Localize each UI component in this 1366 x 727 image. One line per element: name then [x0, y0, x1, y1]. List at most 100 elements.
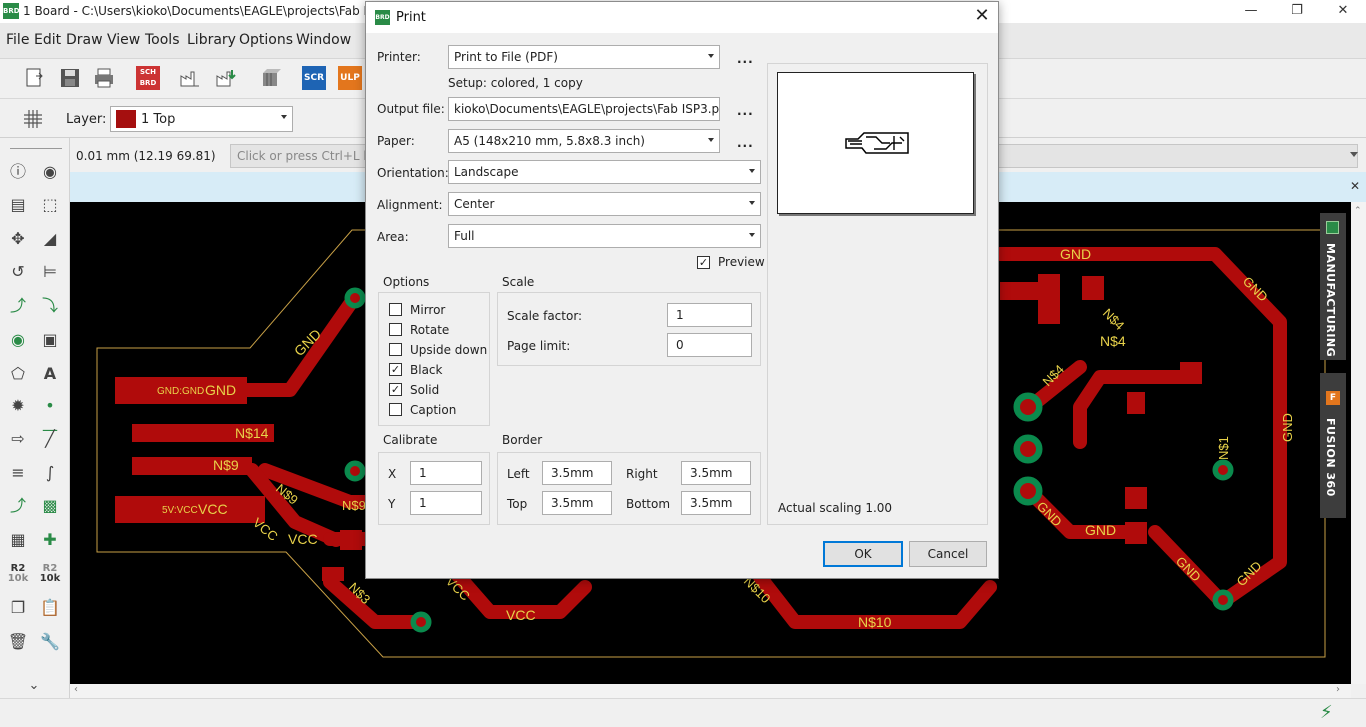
manufacturing-panel-tab[interactable]: MANUFACTURING	[1320, 213, 1346, 360]
actual-scaling-text: Actual scaling 1.00	[778, 501, 893, 515]
ulp-run-icon[interactable]: ULP	[338, 66, 362, 90]
border-bottom-input[interactable]: 3.5mm	[681, 491, 751, 515]
print-icon[interactable]	[92, 66, 116, 90]
black-checkbox[interactable]: ✓	[389, 363, 402, 376]
add-element-icon[interactable]: ✚	[38, 528, 62, 552]
sch-brd-switch-icon[interactable]: SCH BRD	[136, 66, 160, 90]
scroll-right-icon[interactable]: ›	[1336, 684, 1340, 695]
scale-factor-input[interactable]: 1	[667, 303, 752, 327]
preview-checkbox[interactable]: ✓	[697, 256, 710, 269]
border-left-input[interactable]: 3.5mm	[542, 461, 612, 485]
printer-more-button[interactable]: ...	[737, 52, 754, 66]
ok-button[interactable]: OK	[823, 541, 903, 567]
expand-palette-icon[interactable]: ⌄	[22, 674, 46, 698]
alignment-select[interactable]: Center	[448, 192, 761, 216]
caption-checkbox[interactable]	[389, 403, 402, 416]
group-select-icon[interactable]: ⬚	[38, 193, 62, 217]
dimension-icon[interactable]: ≡	[6, 461, 30, 485]
mirror-checkbox[interactable]	[389, 303, 402, 316]
banner-close-icon[interactable]: ✕	[1350, 179, 1360, 193]
menu-file[interactable]: File	[6, 32, 29, 48]
autoroute-icon[interactable]: ⤴	[6, 494, 30, 518]
ripup-icon[interactable]: ⤵	[38, 294, 62, 318]
close-window-button[interactable]: ✕	[1320, 0, 1366, 23]
upside-down-checkbox[interactable]	[389, 343, 402, 356]
menu-edit[interactable]: Edit	[34, 32, 61, 48]
menu-window[interactable]: Window	[296, 32, 351, 48]
hole-icon[interactable]: ▣	[38, 328, 62, 352]
net-icon[interactable]: ✹	[6, 394, 30, 418]
save-icon[interactable]	[58, 66, 82, 90]
mirror-icon[interactable]: ◢	[38, 227, 62, 251]
border-top-label: Top	[507, 497, 528, 511]
via-icon[interactable]: ◉	[6, 328, 30, 352]
rotate-checkbox[interactable]	[389, 323, 402, 336]
menu-view[interactable]: View	[107, 32, 140, 48]
paper-more-button[interactable]: ...	[737, 136, 754, 150]
horizontal-scrollbar[interactable]: ‹ ›	[70, 684, 1351, 698]
cam-factory-icon[interactable]	[178, 66, 202, 90]
border-top-input[interactable]: 3.5mm	[542, 491, 612, 515]
dialog-close-icon[interactable]: ✕	[970, 5, 994, 26]
scroll-left-icon[interactable]: ‹	[74, 684, 78, 695]
3d-view-icon[interactable]	[258, 66, 282, 90]
grid-icon[interactable]	[21, 107, 45, 131]
menu-draw[interactable]: Draw	[66, 32, 103, 48]
align-icon[interactable]: ⊨	[38, 260, 62, 284]
area-select[interactable]: Full	[448, 224, 761, 248]
text-icon[interactable]: A	[38, 362, 62, 386]
paste-icon[interactable]: 📋	[38, 596, 62, 620]
printer-select[interactable]: Print to File (PDF)	[448, 45, 720, 69]
route-icon[interactable]: ⤴	[6, 294, 30, 318]
printer-label: Printer:	[377, 50, 421, 64]
minimize-button[interactable]: —	[1228, 0, 1274, 23]
restore-button[interactable]: ❐	[1274, 0, 1320, 23]
layer-settings-icon[interactable]: ▤	[6, 193, 30, 217]
cancel-button[interactable]: Cancel	[909, 541, 987, 567]
line-icon[interactable]: ╱	[38, 427, 62, 451]
border-group-title: Border	[502, 433, 543, 447]
fusion360-panel-tab[interactable]: F FUSION 360	[1320, 373, 1346, 518]
attribute-icon[interactable]: ⇨	[6, 427, 30, 451]
vertical-scrollbar[interactable]: ⌃	[1351, 202, 1366, 684]
solid-checkbox[interactable]: ✓	[389, 383, 402, 396]
menu-library[interactable]: Library	[187, 32, 236, 48]
wrench-icon[interactable]: 🔧	[38, 630, 62, 654]
polygon-icon[interactable]: ⬠	[6, 362, 30, 386]
show-eye-icon[interactable]: ◉	[38, 160, 62, 184]
info-icon[interactable]: ⓘ	[6, 160, 30, 184]
calibrate-group-title: Calibrate	[383, 433, 438, 447]
r2-smash-tool[interactable]: R2 10k	[38, 564, 62, 584]
script-scr-icon[interactable]: SCR	[302, 66, 326, 90]
setup-text: Setup: colored, 1 copy	[448, 76, 583, 90]
add-part-icon[interactable]: ▦	[6, 528, 30, 552]
page-limit-input[interactable]: 0	[667, 333, 752, 357]
pad-right-3	[1082, 276, 1104, 300]
delete-icon[interactable]: 🗑	[6, 630, 30, 654]
rotate-icon[interactable]: ↺	[6, 260, 30, 284]
wire-icon[interactable]: •—	[38, 394, 62, 439]
chevron-down-icon	[281, 115, 287, 119]
preview-label: Preview	[718, 255, 765, 269]
meander-icon[interactable]: ∫	[38, 461, 62, 485]
orientation-select[interactable]: Landscape	[448, 160, 761, 184]
output-more-button[interactable]: ...	[737, 104, 754, 118]
cal-y-input[interactable]: 1	[410, 491, 482, 515]
manufacturing-icon	[1326, 221, 1339, 234]
paper-select[interactable]: A5 (148x210 mm, 5.8x8.3 inch)	[448, 129, 720, 153]
command-history-chevron-icon[interactable]	[1350, 152, 1358, 157]
copy-icon[interactable]: ❐	[6, 596, 30, 620]
layer-select[interactable]: 1 Top	[110, 106, 293, 132]
drc-icon[interactable]: ▩	[38, 494, 62, 518]
output-file-input[interactable]: kioko\Documents\EAGLE\projects\Fab ISP3.…	[448, 97, 720, 121]
cal-x-input[interactable]: 1	[410, 461, 482, 485]
scroll-up-icon[interactable]: ⌃	[1354, 206, 1362, 216]
menu-tools[interactable]: Tools	[145, 32, 180, 48]
menu-options[interactable]: Options	[239, 32, 293, 48]
r2-value-tool[interactable]: R2 10k	[6, 564, 30, 584]
cam-export-icon[interactable]	[214, 66, 238, 90]
move-icon[interactable]: ✥	[6, 227, 30, 251]
new-file-icon[interactable]	[22, 66, 46, 90]
lightning-status-icon[interactable]: ⚡	[1320, 702, 1333, 723]
border-right-input[interactable]: 3.5mm	[681, 461, 751, 485]
